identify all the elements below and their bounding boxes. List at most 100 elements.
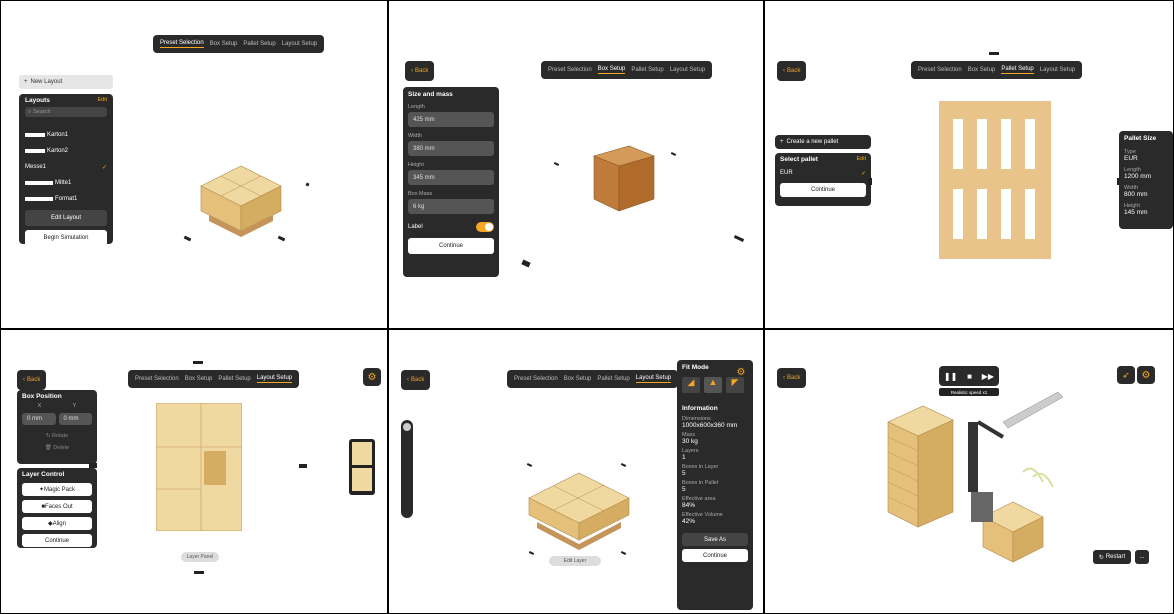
continue-button[interactable]: Continue	[780, 183, 866, 197]
chevron-left-icon: ‹	[783, 375, 785, 381]
layout-thumbnail	[25, 181, 53, 185]
settings-gear-icon[interactable]: ⚙	[363, 368, 381, 386]
back-button[interactable]: ‹ Back	[17, 370, 47, 390]
rotate-button[interactable]: ↻ Rotate	[22, 433, 92, 439]
more-button[interactable]: ...	[1135, 550, 1149, 564]
tab-pallet[interactable]: Pallet Setup	[240, 41, 278, 47]
continue-button[interactable]: Continue	[408, 238, 494, 254]
fit-mode-option[interactable]: ▲	[704, 377, 722, 393]
edit-layer-button[interactable]: Edit Layer	[549, 556, 601, 566]
list-item[interactable]: Messe1 ✓	[25, 159, 107, 175]
tab-layout[interactable]: Layout Setup	[279, 41, 320, 47]
magic-pack-button[interactable]: ✦ Magic Pack	[22, 483, 92, 496]
boxes-total-value: 5	[682, 486, 686, 493]
fast-forward-icon[interactable]: ▶▶	[982, 372, 994, 381]
tab-pallet[interactable]: Pallet Setup	[998, 66, 1036, 74]
tab-layout[interactable]: Layout Setup	[254, 375, 295, 383]
new-layout-button[interactable]: + New Layout	[19, 75, 113, 89]
tab-layout[interactable]: Layout Setup	[667, 67, 708, 73]
information-header: Information	[682, 405, 718, 412]
tab-box[interactable]: Box Setup	[561, 376, 595, 382]
edit-link[interactable]: Edit	[857, 156, 866, 163]
back-button[interactable]: ‹ Back	[405, 61, 435, 81]
drag-handle[interactable]	[193, 361, 203, 364]
rocket-icon[interactable]: ➶	[1117, 366, 1135, 384]
box-3d-view[interactable]	[589, 141, 659, 216]
playback-controls: ❚❚ ■ ▶▶	[939, 366, 999, 386]
settings-gear-icon[interactable]: ⚙	[1137, 366, 1155, 384]
tab-preset[interactable]: Preset Selection	[511, 376, 561, 382]
tab-pallet[interactable]: Pallet Setup	[215, 376, 253, 382]
slider-handle[interactable]	[403, 423, 411, 431]
pallet-3d-view[interactable]	[191, 141, 291, 241]
tab-box[interactable]: Box Setup	[207, 41, 241, 47]
tab-preset[interactable]: Preset Selection	[545, 67, 595, 73]
layer-thumbnail	[352, 442, 372, 465]
length-field[interactable]: 425 mm	[408, 112, 494, 127]
marker	[521, 259, 531, 268]
list-item[interactable]: Format1	[25, 191, 107, 207]
layer-panel-button[interactable]: Layer Panel	[181, 552, 219, 562]
marker	[733, 235, 745, 242]
back-button[interactable]: ‹ Back	[777, 61, 807, 81]
pallet-3d-view[interactable]	[519, 458, 639, 556]
pause-icon[interactable]: ❚❚	[944, 372, 957, 381]
fit-mode-option[interactable]: ◢	[682, 377, 700, 393]
drag-handle[interactable]	[194, 571, 204, 574]
mass-value: 30 kg	[682, 438, 698, 445]
search-input[interactable]: ⌕ Search	[25, 107, 107, 117]
edit-layout-button[interactable]: Edit Layout	[25, 210, 107, 226]
faces-out-button[interactable]: ■ Faces Out	[22, 500, 92, 513]
tab-layout[interactable]: Layout Setup	[633, 375, 674, 383]
fit-mode-options: ◢ ▲ ◤	[682, 377, 748, 393]
back-button[interactable]: ‹ Back	[777, 368, 807, 388]
tab-box[interactable]: Box Setup	[965, 67, 999, 73]
restart-button[interactable]: ↻ Restart	[1093, 550, 1131, 564]
tab-pallet[interactable]: Pallet Setup	[628, 67, 666, 73]
list-item[interactable]: Karton1	[25, 127, 107, 143]
stop-icon[interactable]: ■	[967, 372, 972, 381]
continue-button[interactable]: Continue	[22, 534, 92, 547]
list-item[interactable]: Karton2	[25, 143, 107, 159]
begin-simulation-button[interactable]: Begin Simulation	[25, 230, 107, 246]
delete-button[interactable]: 🗑 Delete	[22, 445, 92, 451]
tab-preset[interactable]: Preset Selection	[915, 67, 965, 73]
y-field[interactable]: 0 mm	[58, 413, 92, 425]
layer-slider[interactable]	[401, 420, 413, 518]
box-position-header: Box Position	[22, 393, 62, 400]
edit-link[interactable]: Edit	[98, 97, 107, 104]
x-field[interactable]: 0 mm	[22, 413, 56, 425]
list-item[interactable]: Mitte1	[25, 175, 107, 191]
mass-field[interactable]: 6 kg	[408, 199, 494, 214]
align-button[interactable]: ◆ Align	[22, 517, 92, 530]
height-field[interactable]: 345 mm	[408, 170, 494, 185]
tab-layout[interactable]: Layout Setup	[1037, 67, 1078, 73]
length-value: 1200 mm	[1124, 173, 1152, 180]
robot-palletizing-scene[interactable]	[883, 392, 1063, 572]
restart-icon: ↻	[1098, 554, 1104, 561]
chevron-left-icon: ‹	[407, 377, 409, 383]
tab-pallet[interactable]: Pallet Setup	[594, 376, 632, 382]
tab-preset[interactable]: Preset Selection	[157, 40, 207, 48]
layouts-header: Layouts	[25, 97, 50, 104]
save-as-button[interactable]: Save As	[682, 533, 748, 546]
size-and-mass-panel: Size and mass Length 425 mm Width 380 mm…	[403, 87, 499, 277]
fill-value: 84%	[682, 502, 696, 509]
marker	[305, 182, 310, 187]
fit-mode-option[interactable]: ◤	[726, 377, 744, 393]
list-item[interactable]: EUR ✓	[780, 170, 866, 177]
chevron-left-icon: ‹	[411, 68, 413, 74]
continue-button[interactable]: Continue	[682, 549, 748, 562]
layer-preview[interactable]	[349, 439, 375, 495]
settings-gear-icon[interactable]: ⚙	[735, 366, 747, 378]
width-field[interactable]: 380 mm	[408, 141, 494, 156]
layer-top-view[interactable]	[156, 403, 242, 531]
tab-box[interactable]: Box Setup	[182, 376, 216, 382]
label-toggle[interactable]	[476, 222, 494, 232]
back-button[interactable]: ‹ Back	[401, 370, 431, 390]
pallet-top-view[interactable]	[939, 101, 1051, 259]
drag-handle[interactable]	[989, 52, 999, 55]
tab-preset[interactable]: Preset Selection	[132, 376, 182, 382]
tab-box[interactable]: Box Setup	[595, 66, 629, 74]
create-pallet-button[interactable]: + Create a new pallet	[775, 135, 871, 149]
